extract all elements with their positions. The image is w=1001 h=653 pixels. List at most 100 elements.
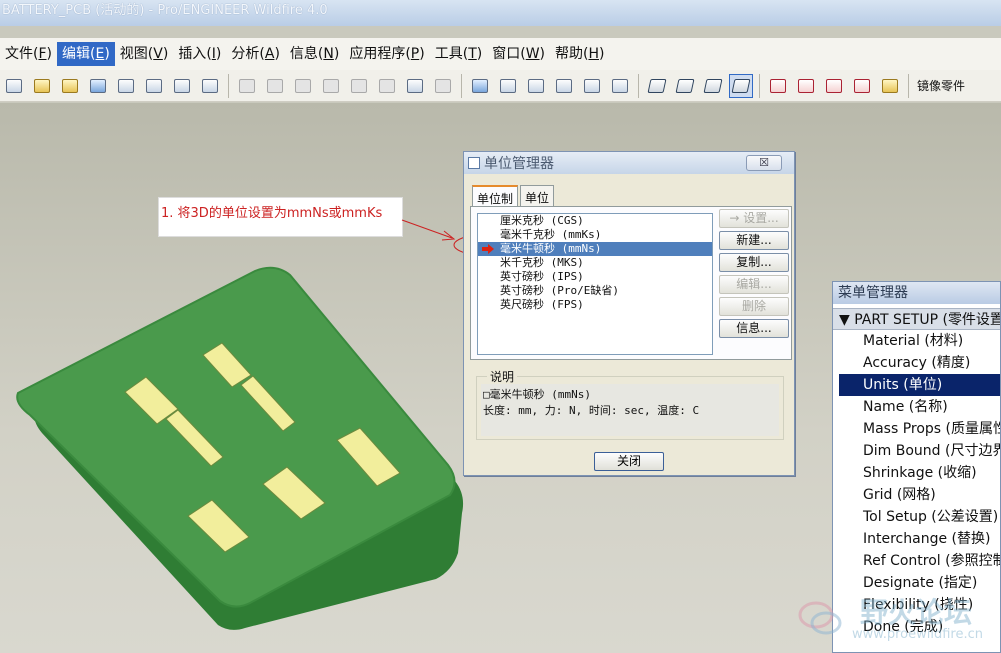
unit-system-item[interactable]: 英寸磅秒 (Pro/E缺省) <box>478 284 712 298</box>
browse-icon[interactable] <box>58 74 82 98</box>
send-mail-icon[interactable] <box>170 74 194 98</box>
undo-icon[interactable] <box>235 74 259 98</box>
spin-center-icon[interactable] <box>496 74 520 98</box>
menu-item-accelerator: A <box>264 46 275 62</box>
unit-system-label: 英寸磅秒 (IPS) <box>500 270 584 283</box>
menu-manager-item[interactable]: Designate (指定) <box>833 572 1000 594</box>
menu-bar: 文件(F) 编辑(E) 视图(V) 插入(I) 分析(A) 信息(N) 应用程序(P) 工具(… <box>0 38 1001 70</box>
save-icon[interactable] <box>86 74 110 98</box>
menu-item-label: 插入 <box>178 46 207 62</box>
orient-icon[interactable] <box>552 74 576 98</box>
menu-manager: 菜单管理器 ▼ PART SETUP (零件设置) Material (材料) A… <box>832 281 1001 653</box>
shading-icon[interactable] <box>729 73 753 98</box>
window-title: BATTERY_PCB (活动的) - Pro/ENGINEER Wildfir… <box>0 0 1001 26</box>
menu-manager-item[interactable]: Material (材料) <box>833 330 1000 352</box>
copy-icon[interactable] <box>319 74 343 98</box>
toolbar: 镜像零件 <box>0 70 1001 102</box>
menu-item-accelerator: F <box>38 46 47 62</box>
unit-system-list[interactable]: 厘米克秒 (CGS) 毫米千克秒 (mmKs) 毫米牛顿秒 (mmNs) 米千克秒 (… <box>477 213 713 355</box>
set-button[interactable]: → 设置... <box>719 209 789 228</box>
datum-axis-icon[interactable] <box>794 74 818 98</box>
repaint-icon[interactable] <box>468 74 492 98</box>
menu-item-label: 分析 <box>231 46 260 62</box>
annotation-note: 1. 将3D的单位设置为mmNs或mmKs <box>158 197 403 237</box>
save-copy-icon[interactable] <box>114 74 138 98</box>
menu-manager-item[interactable]: Ref Control (参照控制) <box>833 550 1000 572</box>
toolbar-separator <box>759 73 760 98</box>
unit-system-label: 毫米牛顿秒 (mmNs) <box>500 242 602 255</box>
print-icon[interactable] <box>142 74 166 98</box>
menu-manager-item[interactable]: Grid (网格) <box>833 484 1000 506</box>
description-legend: 说明 <box>487 368 518 385</box>
layers-icon[interactable] <box>608 74 632 98</box>
open-folder-icon[interactable] <box>30 74 54 98</box>
unit-system-item[interactable]: 米千克秒 (MKS) <box>478 256 712 270</box>
close-icon[interactable]: ☒ <box>746 155 782 171</box>
close-button[interactable]: 关闭 <box>594 452 664 471</box>
toolbar-separator <box>638 73 639 98</box>
menu-manager-item[interactable]: Units (单位) <box>839 374 1000 396</box>
menu-manager-item[interactable]: Tol Setup (公差设置) <box>833 506 1000 528</box>
menu-item-accelerator: E <box>95 46 105 62</box>
edit-icon[interactable] <box>198 74 222 98</box>
description-title: □毫米牛顿秒 (mmNs) <box>483 388 591 401</box>
toolbar-separator <box>461 73 462 98</box>
menu-item-3[interactable]: 插入(I) <box>173 42 226 66</box>
new-file-icon[interactable] <box>2 74 26 98</box>
menu-item-label: 工具 <box>434 46 463 62</box>
selection-filter-icon[interactable] <box>431 74 455 98</box>
menu-manager-item[interactable]: Interchange (替换) <box>833 528 1000 550</box>
menu-manager-item[interactable]: Shrinkage (收缩) <box>833 462 1000 484</box>
unit-system-item[interactable]: 毫米牛顿秒 (mmNs) <box>478 242 712 256</box>
menu-manager-item[interactable]: Mass Props (质量属性) <box>833 418 1000 440</box>
new-button[interactable]: 新建... <box>719 231 789 250</box>
unit-system-item[interactable]: 毫米千克秒 (mmKs) <box>478 228 712 242</box>
menu-manager-item[interactable]: Flexibility (挠性) <box>833 594 1000 616</box>
menu-item-accelerator: N <box>323 46 334 62</box>
copy-button[interactable]: 复制... <box>719 253 789 272</box>
menu-item-8[interactable]: 窗口(W) <box>487 42 550 66</box>
menu-manager-item[interactable]: Accuracy (精度) <box>833 352 1000 374</box>
unit-system-item[interactable]: 英寸磅秒 (IPS) <box>478 270 712 284</box>
regenerate-icon[interactable] <box>403 74 427 98</box>
menu-manager-item[interactable]: Done (完成) <box>833 616 1000 638</box>
menu-item-5[interactable]: 信息(N) <box>285 42 344 66</box>
datum-point-icon[interactable] <box>822 74 846 98</box>
part-setup-section[interactable]: ▼ PART SETUP (零件设置) <box>833 308 1000 330</box>
paste-icon[interactable] <box>347 74 371 98</box>
wireframe-icon[interactable] <box>645 74 669 98</box>
unit-system-item[interactable]: 厘米克秒 (CGS) <box>478 214 712 228</box>
menu-item-0[interactable]: 文件(F) <box>0 42 57 66</box>
saved-views-icon[interactable] <box>580 74 604 98</box>
mirror-part-button[interactable]: 镜像零件 <box>917 77 965 94</box>
unit-system-label: 厘米克秒 (CGS) <box>500 214 584 227</box>
menu-item-6[interactable]: 应用程序(P) <box>344 42 429 66</box>
cut-icon[interactable] <box>291 74 315 98</box>
unit-systems-panel: 厘米克秒 (CGS) 毫米千克秒 (mmKs) 毫米牛顿秒 (mmNs) 米千克秒 (… <box>470 206 792 360</box>
menu-item-7[interactable]: 工具(T) <box>430 42 488 66</box>
menu-item-1[interactable]: 编辑(E) <box>57 42 115 66</box>
datum-plane-icon[interactable] <box>766 74 790 98</box>
annotation-display-icon[interactable] <box>878 74 902 98</box>
menu-manager-item[interactable]: Dim Bound (尺寸边界) <box>833 440 1000 462</box>
menu-item-accelerator: W <box>525 46 540 62</box>
menu-item-label: 窗口 <box>492 46 521 62</box>
menu-item-9[interactable]: 帮助(H) <box>550 42 609 66</box>
menu-item-2[interactable]: 视图(V) <box>115 42 174 66</box>
no-hidden-icon[interactable] <box>701 74 725 98</box>
menu-item-4[interactable]: 分析(A) <box>226 42 285 66</box>
menu-item-label: 编辑 <box>62 46 90 62</box>
redo-icon[interactable] <box>263 74 287 98</box>
menu-manager-item[interactable]: Name (名称) <box>833 396 1000 418</box>
hidden-line-icon[interactable] <box>673 74 697 98</box>
delete-button[interactable]: 删除 <box>719 297 789 316</box>
edit-button[interactable]: 编辑... <box>719 275 789 294</box>
paste-special-icon[interactable] <box>375 74 399 98</box>
units-manager-dialog: 单位管理器 ☒ 单位制 单位 厘米克秒 (CGS) 毫米千克秒 (mmKs) 毫米牛… <box>463 151 795 476</box>
coordinate-system-icon[interactable] <box>850 74 874 98</box>
unit-system-item[interactable]: 英尺磅秒 (FPS) <box>478 298 712 312</box>
menu-item-label: 视图 <box>119 46 148 62</box>
zoom-icon[interactable] <box>524 74 548 98</box>
toolbar-separator <box>228 73 229 98</box>
info-button[interactable]: 信息... <box>719 319 789 338</box>
